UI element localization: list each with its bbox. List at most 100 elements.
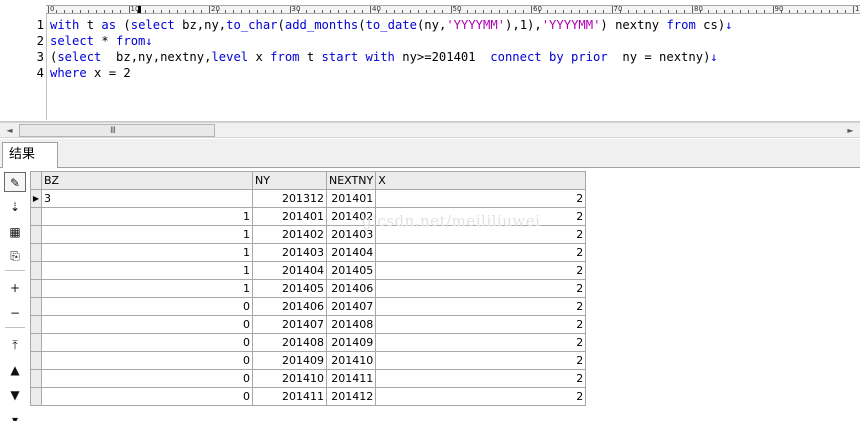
cell-nextny[interactable]: 201406 [325, 279, 377, 298]
table-row[interactable]: 1 201401 201402 2 [30, 207, 587, 226]
edit-pencil-icon[interactable]: ✎ [4, 172, 26, 192]
cell-nextny[interactable]: 201408 [325, 315, 377, 334]
row-indicator[interactable] [30, 351, 42, 370]
cell-nextny[interactable]: 201409 [325, 333, 377, 352]
row-indicator[interactable] [30, 261, 42, 280]
scroll-right-arrow-icon[interactable]: ► [843, 124, 858, 137]
cell-bz[interactable]: 1 [41, 225, 253, 244]
cell-nextny[interactable]: 201401 [325, 189, 377, 208]
row-indicator[interactable] [30, 315, 42, 334]
row-indicator[interactable] [30, 297, 42, 316]
delete-row-icon[interactable]: − [4, 303, 26, 323]
cell-nextny[interactable]: 201410 [325, 351, 377, 370]
table-row[interactable]: 0 201407 201408 2 [30, 315, 587, 334]
cell-x[interactable]: 2 [375, 387, 587, 406]
code-text[interactable]: where x = 2 [50, 65, 131, 81]
last-record-icon[interactable]: ▾ [4, 410, 26, 421]
cell-bz[interactable]: 3 [41, 189, 253, 208]
sql-editor[interactable]: 010203040506070809010 1with t as (select… [0, 0, 860, 122]
column-header-nextny[interactable]: NEXTNY [325, 171, 377, 190]
cell-x[interactable]: 2 [375, 189, 587, 208]
cell-bz[interactable]: 1 [41, 261, 253, 280]
row-indicator[interactable] [30, 225, 42, 244]
cell-ny[interactable]: 201406 [252, 297, 327, 316]
cell-nextny[interactable]: 201404 [325, 243, 377, 262]
cell-ny[interactable]: 201403 [252, 243, 327, 262]
scroll-thumb[interactable]: III [19, 124, 215, 137]
cell-x[interactable]: 2 [375, 279, 587, 298]
column-header-ny[interactable]: NY [252, 171, 327, 190]
result-grid[interactable]: BZ NY NEXTNY X ▶ 3 201312 201401 2 1 201401 201… [30, 171, 587, 406]
cell-x[interactable]: 2 [375, 351, 587, 370]
cell-bz[interactable]: 0 [41, 315, 253, 334]
table-row[interactable]: 1 201402 201403 2 [30, 225, 587, 244]
cell-bz[interactable]: 1 [41, 279, 253, 298]
cell-nextny[interactable]: 201412 [325, 387, 377, 406]
first-record-icon[interactable]: ⤒ [4, 335, 26, 355]
cell-bz[interactable]: 0 [41, 297, 253, 316]
cell-nextny[interactable]: 201402 [325, 207, 377, 226]
code-line[interactable]: 4 where x = 2 [0, 65, 860, 81]
cell-ny[interactable]: 201405 [252, 279, 327, 298]
row-indicator[interactable] [30, 243, 42, 262]
cell-bz[interactable]: 0 [41, 369, 253, 388]
cell-ny[interactable]: 201409 [252, 351, 327, 370]
row-indicator[interactable] [30, 279, 42, 298]
table-row[interactable]: 1 201403 201404 2 [30, 243, 587, 262]
cell-x[interactable]: 2 [375, 243, 587, 262]
cell-bz[interactable]: 0 [41, 351, 253, 370]
current-row-indicator-icon[interactable]: ▶ [30, 189, 42, 208]
cell-nextny[interactable]: 201411 [325, 369, 377, 388]
cell-ny[interactable]: 201312 [252, 189, 327, 208]
table-row[interactable]: 0 201410 201411 2 [30, 369, 587, 388]
next-record-icon[interactable]: ▼ [4, 385, 26, 405]
cell-ny[interactable]: 201402 [252, 225, 327, 244]
code-line[interactable]: 2 select * from↓ [0, 33, 860, 49]
cell-bz[interactable]: 0 [41, 333, 253, 352]
table-row[interactable]: 1 201404 201405 2 [30, 261, 587, 280]
cell-ny[interactable]: 201411 [252, 387, 327, 406]
table-row[interactable]: 0 201411 201412 2 [30, 387, 587, 406]
code-text[interactable]: select * from↓ [50, 33, 153, 49]
cell-x[interactable]: 2 [375, 261, 587, 280]
cell-ny[interactable]: 201404 [252, 261, 327, 280]
cell-ny[interactable]: 201401 [252, 207, 327, 226]
column-header-bz[interactable]: BZ [41, 171, 253, 190]
add-row-icon[interactable]: + [4, 278, 26, 298]
cell-nextny[interactable]: 201407 [325, 297, 377, 316]
row-indicator[interactable] [30, 369, 42, 388]
cell-x[interactable]: 2 [375, 225, 587, 244]
copy-icon[interactable]: ⎘ [4, 246, 26, 266]
editor-horizontal-scrollbar[interactable]: ◄ III ► [0, 122, 860, 138]
column-header-x[interactable]: X [375, 171, 587, 190]
cell-x[interactable]: 2 [375, 333, 587, 352]
cell-x[interactable]: 2 [375, 207, 587, 226]
cell-x[interactable]: 2 [375, 297, 587, 316]
cell-ny[interactable]: 201407 [252, 315, 327, 334]
cell-bz[interactable]: 0 [41, 387, 253, 406]
cell-x[interactable]: 2 [375, 369, 587, 388]
cell-nextny[interactable]: 201405 [325, 261, 377, 280]
cell-ny[interactable]: 201410 [252, 369, 327, 388]
row-indicator[interactable] [30, 387, 42, 406]
post-changes-icon[interactable]: ⇣ [4, 197, 26, 217]
scroll-left-arrow-icon[interactable]: ◄ [2, 124, 17, 137]
table-row[interactable]: ▶ 3 201312 201401 2 [30, 189, 587, 208]
table-row[interactable]: 0 201406 201407 2 [30, 297, 587, 316]
cell-bz[interactable]: 1 [41, 243, 253, 262]
prior-record-icon[interactable]: ▲ [4, 360, 26, 380]
export-excel-icon[interactable]: ▦ [4, 222, 26, 242]
code-line[interactable]: 3 (select bz,ny,nextny,level x from t sta… [0, 49, 860, 65]
code-line[interactable]: 1 with t as (select bz,ny,to_char(add_mon… [0, 17, 860, 33]
table-row[interactable]: 0 201408 201409 2 [30, 333, 587, 352]
cell-ny[interactable]: 201408 [252, 333, 327, 352]
row-indicator[interactable] [30, 207, 42, 226]
row-indicator[interactable] [30, 333, 42, 352]
cell-nextny[interactable]: 201403 [325, 225, 377, 244]
cell-bz[interactable]: 1 [41, 207, 253, 226]
cell-x[interactable]: 2 [375, 315, 587, 334]
code-text[interactable]: (select bz,ny,nextny,level x from t star… [50, 49, 718, 65]
table-row[interactable]: 1 201405 201406 2 [30, 279, 587, 298]
table-row[interactable]: 0 201409 201410 2 [30, 351, 587, 370]
code-text[interactable]: with t as (select bz,ny,to_char(add_mont… [50, 17, 733, 33]
